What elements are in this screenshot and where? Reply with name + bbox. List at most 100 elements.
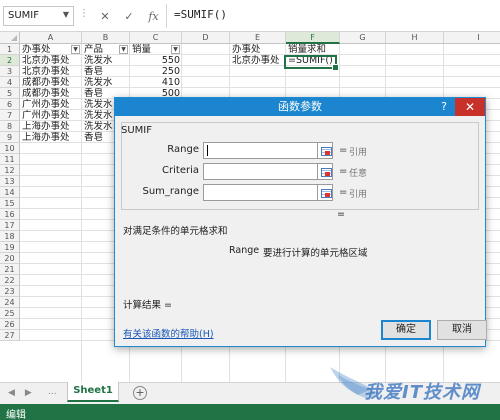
row-header-13[interactable]: 13 — [0, 176, 20, 187]
column-header-a[interactable]: A — [20, 32, 82, 44]
status-mode: 编辑 — [6, 410, 26, 420]
row-header-14[interactable]: 14 — [0, 187, 20, 198]
excel-window: SUMIF ▼ ⋮ ✕ ✓ fx =SUMIF() ABCDEFGHI 1234… — [0, 0, 500, 420]
criteria-collapse-icon[interactable] — [317, 163, 333, 180]
row-header-20[interactable]: 20 — [0, 253, 20, 264]
name-box-value: SUMIF — [8, 10, 39, 21]
filter-dropdown-icon[interactable]: ▼ — [171, 45, 180, 54]
cell-a4[interactable]: 成都办事处 — [20, 77, 82, 88]
range-label: Range — [167, 144, 199, 155]
function-arguments-dialog: 函数参数 ? ✕ SUMIF Range = 引用 Criteria = 任意 … — [114, 97, 487, 347]
cell-e2[interactable]: 北京办事处 — [230, 55, 286, 66]
insert-function-icon[interactable]: fx — [148, 10, 158, 23]
cell-e1[interactable]: 办事处 — [230, 44, 286, 55]
add-sheet-button[interactable]: + — [133, 386, 147, 400]
row-header-23[interactable]: 23 — [0, 286, 20, 297]
cell-a3[interactable]: 北京办事处 — [20, 66, 82, 77]
function-name: SUMIF — [121, 125, 152, 136]
row-header-4[interactable]: 4 — [0, 77, 20, 88]
chevron-down-icon[interactable]: ▼ — [63, 10, 69, 19]
row-header-16[interactable]: 16 — [0, 209, 20, 220]
select-all-button[interactable] — [0, 32, 20, 44]
cell-c2[interactable]: 550 — [130, 55, 182, 66]
range-hint: 引用 — [349, 148, 368, 158]
text-caret — [207, 144, 208, 156]
cell-a6[interactable]: 广州办事处 — [20, 99, 82, 110]
result-equals: = — [337, 209, 345, 220]
cell-c3[interactable]: 250 — [130, 66, 182, 77]
row-header-19[interactable]: 19 — [0, 242, 20, 253]
cell-a7[interactable]: 广州办事处 — [20, 110, 82, 121]
criteria-hint: 任意 — [349, 169, 368, 179]
row-header-18[interactable]: 18 — [0, 231, 20, 242]
ok-button[interactable]: 确定 — [381, 320, 431, 340]
row-header-11[interactable]: 11 — [0, 154, 20, 165]
row-header-27[interactable]: 27 — [0, 330, 20, 341]
row-header-3[interactable]: 3 — [0, 66, 20, 77]
row-header-15[interactable]: 15 — [0, 198, 20, 209]
row-header-12[interactable]: 12 — [0, 165, 20, 176]
row-header-6[interactable]: 6 — [0, 99, 20, 110]
column-header-b[interactable]: B — [82, 32, 130, 44]
help-icon[interactable]: ? — [437, 98, 451, 116]
row-header-5[interactable]: 5 — [0, 88, 20, 99]
row-header-1[interactable]: 1 — [0, 44, 20, 55]
criteria-input[interactable] — [203, 163, 319, 180]
row-header-8[interactable]: 8 — [0, 121, 20, 132]
argument-description: 要进行计算的单元格区域 — [263, 248, 368, 259]
formula-bar: SUMIF ▼ ⋮ ✕ ✓ fx =SUMIF() — [0, 0, 500, 32]
filter-dropdown-icon[interactable]: ▼ — [71, 45, 80, 54]
cell-b4[interactable]: 洗发水 — [82, 77, 130, 88]
column-header-i[interactable]: I — [444, 32, 500, 44]
sum-range-collapse-icon[interactable] — [317, 184, 333, 201]
row-header-9[interactable]: 9 — [0, 132, 20, 143]
close-icon[interactable]: ✕ — [455, 98, 485, 116]
tab-navigation: ◀▶ — [8, 388, 42, 398]
cell-f1[interactable]: 销量求和 — [286, 44, 340, 55]
function-help-link[interactable]: 有关该函数的帮助(H) — [123, 326, 214, 340]
range-equals: = — [339, 145, 348, 156]
cell-a9[interactable]: 上海办事处 — [20, 132, 82, 143]
row-header-10[interactable]: 10 — [0, 143, 20, 154]
criteria-label: Criteria — [162, 165, 199, 176]
cancel-icon[interactable]: ✕ — [100, 10, 109, 23]
cell-c4[interactable]: 410 — [130, 77, 182, 88]
row-header-17[interactable]: 17 — [0, 220, 20, 231]
cell-a5[interactable]: 成都办事处 — [20, 88, 82, 99]
previous-sheet-icon[interactable]: ◀ — [8, 388, 25, 398]
column-header-g[interactable]: G — [340, 32, 386, 44]
row-header-7[interactable]: 7 — [0, 110, 20, 121]
row-header-22[interactable]: 22 — [0, 275, 20, 286]
row-header-24[interactable]: 24 — [0, 297, 20, 308]
sum-range-hint: 引用 — [349, 190, 368, 200]
confirm-icon[interactable]: ✓ — [124, 10, 133, 23]
function-description: 对满足条件的单元格求和 — [123, 226, 228, 237]
row-header-26[interactable]: 26 — [0, 319, 20, 330]
column-header-d[interactable]: D — [182, 32, 230, 44]
range-collapse-icon[interactable] — [317, 142, 333, 159]
status-bar: 编辑 — [0, 404, 500, 420]
formula-input[interactable]: =SUMIF() — [174, 8, 227, 21]
row-header-21[interactable]: 21 — [0, 264, 20, 275]
filter-dropdown-icon[interactable]: ▼ — [119, 45, 128, 54]
cell-a8[interactable]: 上海办事处 — [20, 121, 82, 132]
tab-sheet1[interactable]: Sheet1 — [67, 382, 119, 402]
next-sheet-icon[interactable]: ▶ — [25, 388, 42, 398]
sum-range-equals: = — [339, 187, 348, 198]
range-input[interactable] — [203, 142, 319, 159]
more-sheets-icon[interactable]: ... — [48, 387, 57, 397]
cell-b2[interactable]: 洗发水 — [82, 55, 130, 66]
row-header-2[interactable]: 2 — [0, 55, 20, 66]
column-header-f[interactable]: F — [286, 32, 340, 44]
cancel-button[interactable]: 取消 — [437, 320, 487, 340]
column-header-h[interactable]: H — [386, 32, 444, 44]
cell-b3[interactable]: 香皂 — [82, 66, 130, 77]
column-header-c[interactable]: C — [130, 32, 182, 44]
name-box[interactable]: SUMIF ▼ — [3, 6, 74, 26]
column-header-e[interactable]: E — [230, 32, 286, 44]
sum-range-input[interactable] — [203, 184, 319, 201]
row-header-25[interactable]: 25 — [0, 308, 20, 319]
dialog-title: 函数参数 — [115, 98, 485, 116]
cell-a2[interactable]: 北京办事处 — [20, 55, 82, 66]
formula-bar-buttons: ✕ ✓ fx — [93, 4, 167, 28]
